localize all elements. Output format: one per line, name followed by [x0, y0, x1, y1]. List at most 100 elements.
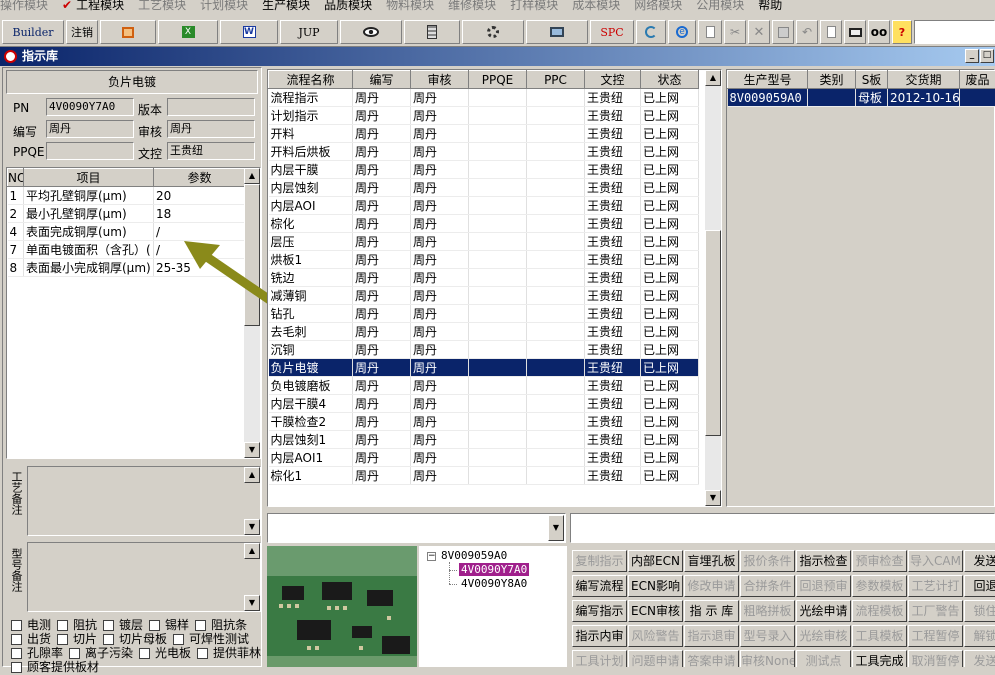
cut-button[interactable]: ✂ [724, 20, 746, 44]
model-tree[interactable]: − 8V009059A0 4V0090Y7A04V0090Y8A0 [419, 546, 567, 667]
action-button[interactable]: 回退预审 [796, 575, 851, 597]
action-button[interactable]: 回退指 [964, 575, 995, 597]
table-row[interactable]: 8V009059A0母板2012-10-16 [728, 89, 995, 107]
new-file-button[interactable] [698, 20, 722, 44]
word-button[interactable]: W [220, 20, 278, 44]
table-row[interactable]: 棕化周丹周丹王贵纽已上网 [269, 215, 699, 233]
flow-scrollbar[interactable]: ▲ ▼ [705, 70, 721, 506]
action-button[interactable]: 问题申请 [628, 650, 683, 667]
action-button[interactable]: 复制指示 [572, 550, 627, 572]
pn-field[interactable]: 4V0090Y7A0 [46, 98, 134, 116]
action-button[interactable]: 发送指 [964, 550, 995, 572]
menu-item[interactable]: 生产模块 [262, 0, 310, 10]
table-row[interactable]: 沉铜周丹周丹王贵纽已上网 [269, 341, 699, 359]
menu-item[interactable]: 计划模块 [200, 0, 248, 10]
scroll-down-arrow[interactable]: ▼ [705, 490, 721, 506]
table-row[interactable]: 铣边周丹周丹王贵纽已上网 [269, 269, 699, 287]
filter-combo[interactable]: ▼ [267, 513, 566, 543]
table-row[interactable]: 内层AOI1周丹周丹王贵纽已上网 [269, 449, 699, 467]
menu-item[interactable]: 物料模块 [386, 0, 434, 10]
version-field[interactable] [167, 98, 255, 116]
scroll-down-arrow[interactable]: ▼ [244, 442, 260, 458]
scroll-up-arrow[interactable]: ▲ [244, 467, 260, 483]
model-grid[interactable]: 生产型号类别S板交货期废品 8V009059A0母板2012-10-16 [726, 69, 995, 507]
scroll-down-arrow[interactable]: ▼ [244, 519, 260, 535]
action-button[interactable]: 风险警告 [628, 625, 683, 647]
scroll-up-arrow[interactable]: ▲ [244, 543, 260, 559]
table-row[interactable]: 2最小孔壁铜厚(μm)18 [8, 205, 246, 223]
combo-dropdown-arrow[interactable]: ▼ [548, 515, 564, 541]
table-row[interactable]: 开料后烘板周丹周丹王贵纽已上网 [269, 143, 699, 161]
tools-button[interactable] [462, 20, 524, 44]
action-button[interactable]: 修改申请 [684, 575, 739, 597]
menu-item[interactable]: 操作模块 [0, 0, 48, 10]
action-button[interactable]: 光绘审核 [796, 625, 851, 647]
restore-button[interactable]: □ [980, 49, 994, 63]
table-row[interactable]: 内层干膜4周丹周丹王贵纽已上网 [269, 395, 699, 413]
table-row[interactable]: 计划指示周丹周丹王贵纽已上网 [269, 107, 699, 125]
scroll-up-arrow[interactable]: ▲ [705, 70, 721, 86]
table-row[interactable]: 1平均孔壁铜厚(μm)20 [8, 187, 246, 205]
action-button[interactable]: 粗略拼板 [740, 600, 795, 622]
column-header[interactable]: 类别 [808, 71, 856, 89]
preview-button[interactable] [820, 20, 842, 44]
table-row[interactable]: 内层AOI周丹周丹王贵纽已上网 [269, 197, 699, 215]
action-button[interactable]: 导入CAM [908, 550, 963, 572]
excel-button[interactable]: X [158, 20, 218, 44]
table-row[interactable]: 内层蚀刻1周丹周丹王贵纽已上网 [269, 431, 699, 449]
model-note-scrollbar[interactable]: ▲ ▼ [244, 543, 260, 611]
action-button[interactable]: 工具计划 [572, 650, 627, 667]
menu-item[interactable]: 网络模块 [634, 0, 682, 10]
table-row[interactable]: 负片电镀周丹周丹王贵纽已上网 [269, 359, 699, 377]
column-header[interactable]: 编写 [353, 71, 411, 89]
action-button[interactable]: 工程暂停 [908, 625, 963, 647]
browser-button[interactable]: e [668, 20, 696, 44]
action-button[interactable]: 工具模板 [852, 625, 907, 647]
action-button[interactable]: 锁住编 [964, 600, 995, 622]
spc-button[interactable]: SPC [590, 20, 634, 44]
table-row[interactable]: 烘板1周丹周丹王贵纽已上网 [269, 251, 699, 269]
view-button[interactable] [340, 20, 402, 44]
action-button[interactable]: 取消暂停 [908, 650, 963, 667]
database-button[interactable] [404, 20, 460, 44]
model-note-field[interactable]: ▲ ▼ [27, 542, 261, 612]
checkbox[interactable] [197, 648, 208, 659]
action-button[interactable]: 解锁编 [964, 625, 995, 647]
minimize-button[interactable]: _ [965, 49, 979, 63]
scroll-thumb[interactable] [705, 230, 721, 436]
save-button[interactable] [772, 20, 794, 44]
table-row[interactable]: 层压周丹周丹王贵纽已上网 [269, 233, 699, 251]
action-button[interactable]: 型号录入 [740, 625, 795, 647]
craft-note-scrollbar[interactable]: ▲ ▼ [244, 467, 260, 535]
action-button[interactable]: 盲埋孔板 [684, 550, 739, 572]
flow-grid[interactable]: 流程名称编写审核PPQEPPC文控状态 流程指示周丹周丹王贵纽已上网计划指示周丹… [267, 69, 722, 507]
builder-button[interactable]: Builder [2, 20, 64, 44]
checkbox[interactable] [11, 662, 22, 673]
column-header[interactable]: 状态 [641, 71, 699, 89]
column-header[interactable]: PPQE [469, 71, 527, 89]
column-header[interactable]: 废品 [960, 71, 995, 89]
menu-item[interactable]: 工程模块 [76, 0, 124, 10]
menu-item[interactable]: 成本模块 [572, 0, 620, 10]
action-button[interactable]: 测试点 [796, 650, 851, 667]
menu-item[interactable]: 打样模块 [510, 0, 558, 10]
delete-button[interactable]: ✕ [748, 20, 770, 44]
craft-note-field[interactable]: ▲ ▼ [27, 466, 261, 536]
column-header[interactable]: S板 [856, 71, 888, 89]
action-button[interactable]: 指示内审 [572, 625, 627, 647]
checkbox[interactable] [139, 648, 150, 659]
column-header[interactable]: NO [8, 169, 24, 187]
action-button[interactable]: 编写指示 [572, 600, 627, 622]
logout-button[interactable]: 注销 [66, 20, 98, 44]
action-button[interactable]: 发送报 [964, 650, 995, 667]
action-button[interactable]: 答案申请 [684, 650, 739, 667]
action-button[interactable]: 报价条件 [740, 550, 795, 572]
action-button[interactable]: 工艺计打 [908, 575, 963, 597]
tree-collapse-toggle[interactable]: − [427, 552, 436, 561]
table-row[interactable]: 棕化1周丹周丹王贵纽已上网 [269, 467, 699, 485]
action-button[interactable]: 光绘申请 [796, 600, 851, 622]
menu-item[interactable]: 工艺模块 [138, 0, 186, 10]
column-header[interactable]: 生产型号 [728, 71, 808, 89]
action-button[interactable]: ECN影响 [628, 575, 683, 597]
column-header[interactable]: 参数 [154, 169, 246, 187]
